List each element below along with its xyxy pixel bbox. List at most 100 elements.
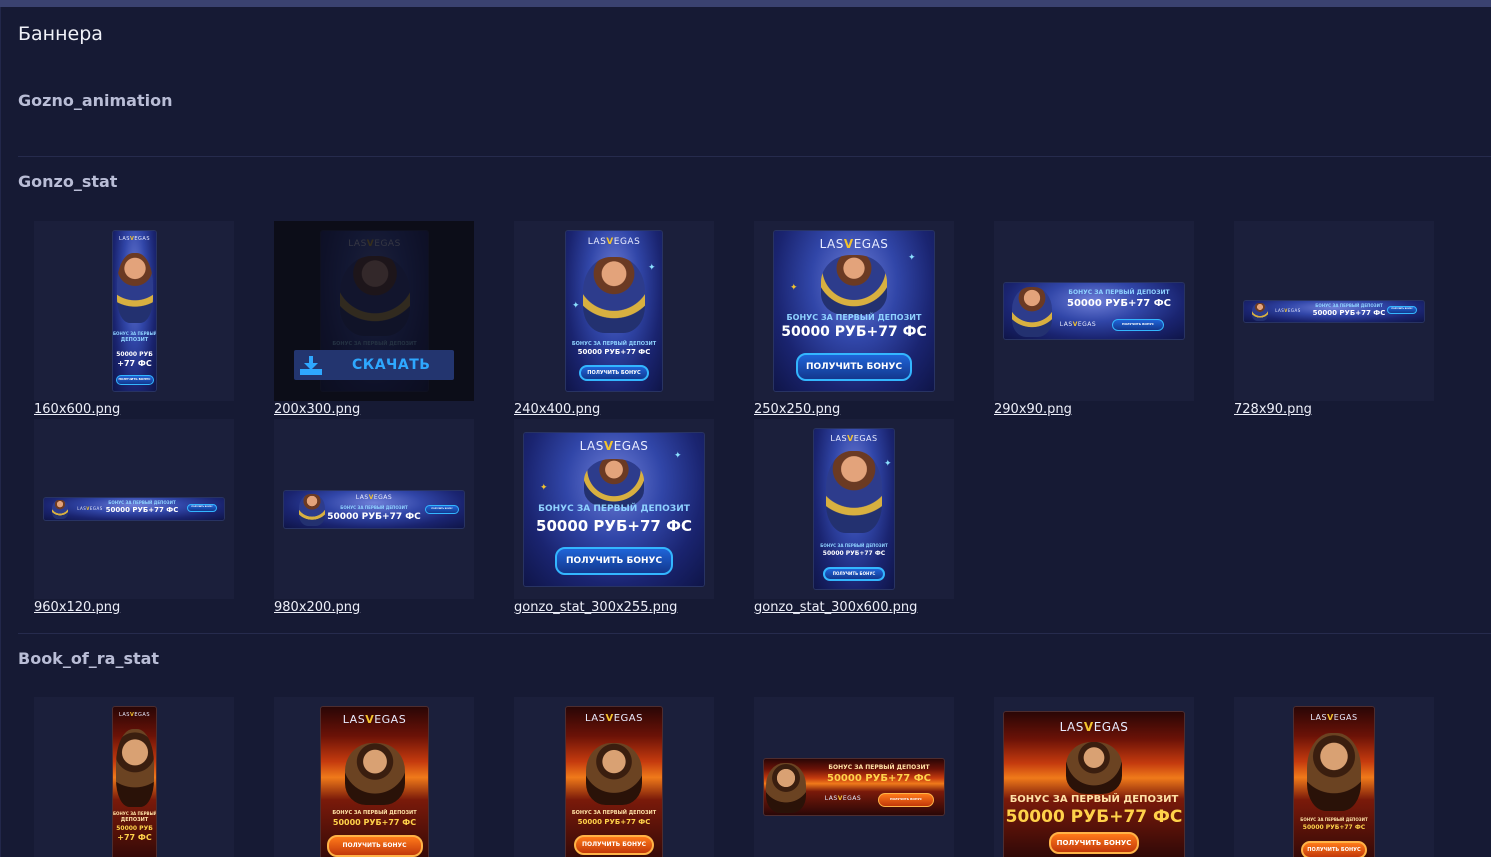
banner-logo: LASVEGAS [342,713,407,726]
banner-logo: LASVEGAS [348,239,401,249]
file-link-960x120[interactable]: 960x120.png [34,600,120,615]
banner-cta: ПОЛУЧИТЬ БОНУС [115,375,154,385]
banner-tile-300x600[interactable]: LASVEGAS ✦ БОНУС ЗА ПЕРВЫЙ ДЕПОЗИТ 50000… [754,419,954,599]
banner-character [766,763,806,813]
banner-offer: 50000 РУБ+77 ФС [536,517,692,535]
banner-character [115,729,154,807]
banner-offer: 50000 РУБ+77 ФС [577,818,651,826]
download-button[interactable]: СКАЧАТЬ [294,350,454,380]
banner-logo: LASVEGAS [830,434,878,443]
banner-headline: БОНУС ЗА ПЕРВЫЙ ДЕПОЗИТ [820,543,888,548]
banner-character [1066,742,1122,794]
banner-tile-250x250[interactable]: LASVEGAS ✦ ✦ БОНУС ЗА ПЕРВЫЙ ДЕПОЗИТ 500… [754,221,954,401]
section-title-gozno-animation: Gozno_animation [18,91,173,110]
banner-cta: ПОЛУЧИТЬ БОНУС [574,835,654,855]
banner-tile-290x90[interactable]: БОНУС ЗА ПЕРВЫЙ ДЕПОЗИТ 50000 РУБ+77 ФС … [994,221,1194,401]
banner-logo: LASVEGAS [1059,720,1129,734]
file-link-728x90[interactable]: 728x90.png [1234,402,1312,417]
banner-headline: ДЕПОЗИТ [120,817,149,823]
banner-preview: LASVEGAS БОНУС ЗА ПЕРВЫЙ ДЕПОЗИТ 50000 Р… [113,707,156,857]
banner-character [826,451,882,533]
banner-character [1252,303,1268,321]
banner-offer: 50000 РУБ [116,825,153,832]
file-link-290x90[interactable]: 290x90.png [994,402,1072,417]
divider [18,156,1491,157]
banner-headline: БОНУС ЗА ПЕРВЫЙ ДЕПОЗИТ [571,341,657,347]
star-icon: ✦ [572,301,580,311]
star-icon: ✦ [648,263,656,273]
banner-cta: ПОЛУЧИТЬ БОНУС [555,547,673,575]
banner-tile-240x400[interactable]: LASVEGAS ✦ ✦ БОНУС ЗА ПЕРВЫЙ ДЕПОЗИТ 500… [514,221,714,401]
banner-preview: БОНУС ЗА ПЕРВЫЙ ДЕПОЗИТ 50000 РУБ+77 ФС … [764,759,944,815]
banner-tile-300x255[interactable]: LASVEGAS ✦ ✦ БОНУС ЗА ПЕРВЫЙ ДЕПОЗИТ 500… [514,419,714,599]
banner-tile-960x120[interactable]: LASVEGAS БОНУС ЗА ПЕРВЫЙ ДЕПОЗИТ 50000 Р… [34,419,234,599]
banner-preview: LASVEGAS БОНУС ЗА ПЕРВЫЙ ДЕПОЗИТ 50000 Р… [321,707,428,857]
star-icon: ✦ [674,451,682,461]
banner-cta: ПОЛУЧИТЬ БОНУС [878,793,934,807]
banner-offer: 50000 РУБ+77 ФС [332,818,417,827]
file-link-980x200[interactable]: 980x200.png [274,600,360,615]
page-title: Баннера [18,23,103,45]
left-border [0,7,1,857]
banner-tile-160x600[interactable]: LASVEGAS БОНУС ЗА ПЕРВЫЙ ДЕПОЗИТ 50000 Р… [34,221,234,401]
banner-headline: ДЕПОЗИТ [120,337,149,343]
banner-offer: 50000 РУБ+77 ФС [827,773,931,784]
banner-tile-200x300[interactable]: LASVEGAS БОНУС ЗА ПЕРВЫЙ ДЕПОЗИТ СКАЧАТЬ [274,221,474,401]
banner-tile-ra-4[interactable]: БОНУС ЗА ПЕРВЫЙ ДЕПОЗИТ 50000 РУБ+77 ФС … [754,697,954,857]
file-link-gonzo-stat-300x255[interactable]: gonzo_stat_300x255.png [514,600,677,615]
banner-tile-728x90[interactable]: LASVEGAS БОНУС ЗА ПЕРВЫЙ ДЕПОЗИТ 50000 Р… [1234,221,1434,401]
banner-character [583,257,645,333]
banner-preview: LASVEGAS ✦ БОНУС ЗА ПЕРВЫЙ ДЕПОЗИТ 50000… [814,429,894,589]
banner-preview: LASVEGAS ✦ ✦ БОНУС ЗА ПЕРВЫЙ ДЕПОЗИТ 500… [524,433,704,586]
banner-offer: 50000 РУБ+77 ФС [781,324,927,340]
banner-offer: 50000 РУБ [116,351,153,358]
file-link-gonzo-stat-300x600[interactable]: gonzo_stat_300x600.png [754,600,917,615]
banner-tile-ra-1[interactable]: LASVEGAS БОНУС ЗА ПЕРВЫЙ ДЕПОЗИТ 50000 Р… [34,697,234,857]
banner-tile-ra-5[interactable]: LASVEGAS БОНУС ЗА ПЕРВЫЙ ДЕПОЗИТ 50000 Р… [994,697,1194,857]
file-link-250x250[interactable]: 250x250.png [754,402,840,417]
file-link-160x600[interactable]: 160x600.png [34,402,120,417]
section-title-book-of-ra-stat: Book_of_ra_stat [18,649,160,668]
banner-headline: БОНУС ЗА ПЕРВЫЙ ДЕПОЗИТ [332,810,417,816]
top-bar [0,0,1491,7]
banner-logo: LASVEGAS [118,712,150,718]
banner-tile-980x200[interactable]: LASVEGAS БОНУС ЗА ПЕРВЫЙ ДЕПОЗИТ 50000 Р… [274,419,474,599]
banner-preview: LASVEGAS БОНУС ЗА ПЕРВЫЙ ДЕПОЗИТ 50000 Р… [44,498,224,520]
banner-tile-ra-3[interactable]: LASVEGAS БОНУС ЗА ПЕРВЫЙ ДЕПОЗИТ 50000 Р… [514,697,714,857]
section-title-gonzo-stat: Gonzo_stat [18,172,118,191]
banner-headline: БОНУС ЗА ПЕРВЫЙ ДЕПОЗИТ [1300,817,1368,822]
star-icon: ✦ [908,253,916,263]
banner-preview: LASVEGAS БОНУС ЗА ПЕРВЫЙ ДЕПОЗИТ 50000 Р… [1004,712,1184,857]
banner-headline: БОНУС ЗА ПЕРВЫЙ [113,331,156,336]
banner-character [339,256,410,336]
banner-offer: +77 ФС [117,833,152,842]
banner-offer: 50000 РУБ+77 ФС [577,348,651,356]
banner-logo: LASVEGAS [118,236,150,242]
star-icon: ✦ [540,483,548,493]
banner-character [344,743,405,805]
download-icon [300,356,322,375]
banner-offer: 50000 РУБ+77 ФС [1005,807,1183,827]
star-icon: ✦ [884,459,892,469]
banner-headline: БОНУС ЗА ПЕРВЫЙ ДЕПОЗИТ [1068,289,1170,296]
banner-logo: LASVEGAS [1310,713,1358,722]
banner-logo: LASVEGAS [819,237,889,251]
banner-headline: БОНУС ЗА ПЕРВЫЙ ДЕПОЗИТ [571,810,657,816]
banner-logo: LASVEGAS [355,494,393,501]
banner-logo: LASVEGAS [824,795,862,802]
banner-tile-ra-2[interactable]: LASVEGAS БОНУС ЗА ПЕРВЫЙ ДЕПОЗИТ 50000 Р… [274,697,474,857]
banner-character [586,743,642,805]
banner-tile-ra-6[interactable]: LASVEGAS БОНУС ЗА ПЕРВЫЙ ДЕПОЗИТ 50000 Р… [1234,697,1434,857]
banner-offer: +77 ФС [117,359,152,368]
banner-cta: ПОЛУЧИТЬ БОНУС [1301,841,1367,857]
banner-logo: LASVEGAS [587,237,641,247]
banner-cta: ПОЛУЧИТЬ БОНУС [823,567,885,581]
divider [18,633,1491,634]
file-link-200x300[interactable]: 200x300.png [274,402,360,417]
banner-character [1307,733,1361,811]
file-link-240x400[interactable]: 240x400.png [514,402,600,417]
banner-headline: БОНУС ЗА ПЕРВЫЙ ДЕПОЗИТ [332,341,417,347]
banner-character [116,253,153,323]
banner-cta: ПОЛУЧИТЬ БОНУС [1387,306,1417,314]
banner-preview: LASVEGAS БОНУС ЗА ПЕРВЫЙ ДЕПОЗИТ 50000 Р… [566,707,662,857]
